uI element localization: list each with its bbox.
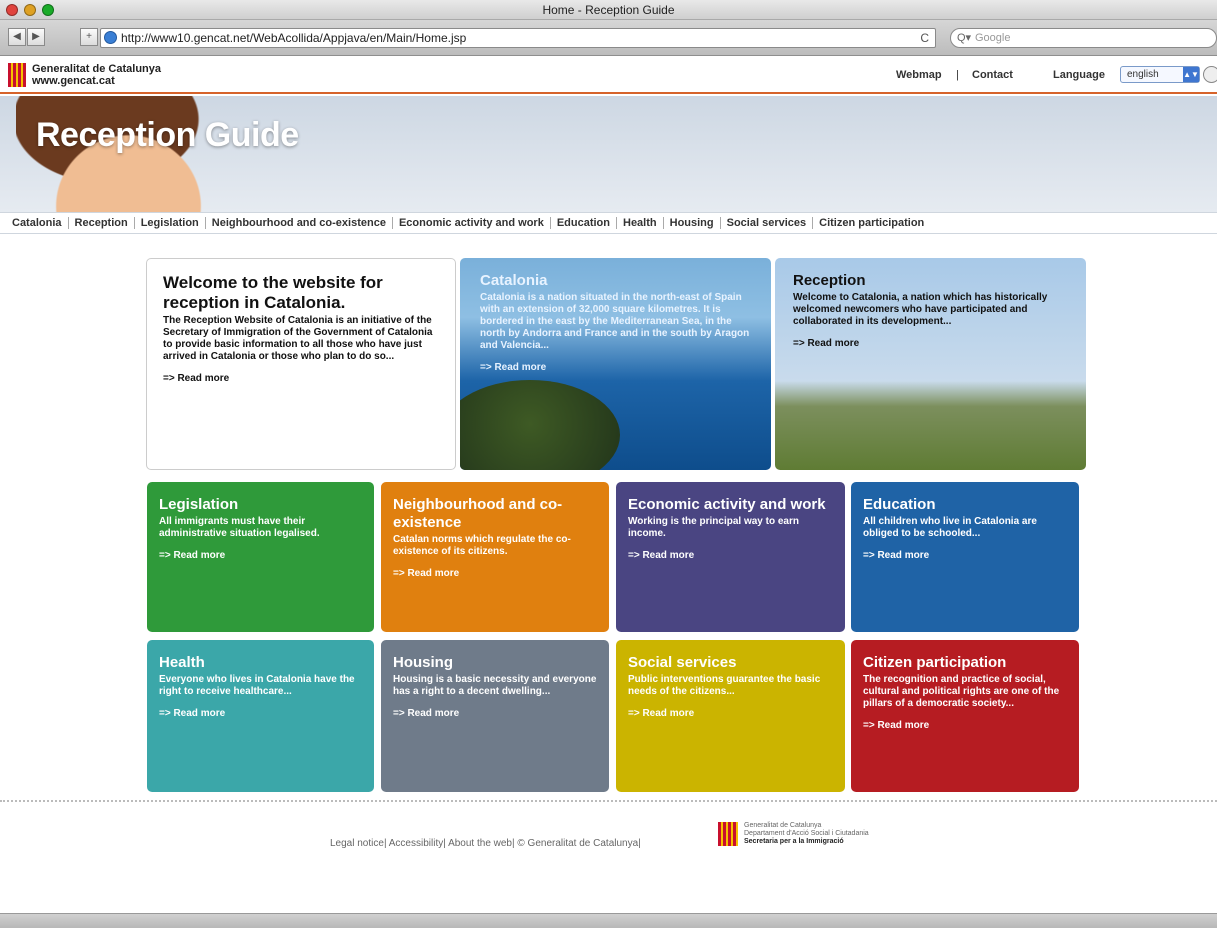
menu-item-health[interactable]: Health <box>617 217 664 229</box>
social-services-read-more-link[interactable]: => Read more <box>628 708 833 719</box>
trees-image <box>460 380 620 470</box>
legislation-read-more-link[interactable]: => Read more <box>159 550 362 561</box>
site-header: Generalitat de Catalunya www.gencat.cat … <box>0 57 1217 94</box>
language-value: english <box>1127 69 1159 80</box>
url-text: http://www10.gencat.net/WebAcollida/Appj… <box>121 31 467 45</box>
add-bookmark-button[interactable]: + <box>80 28 98 46</box>
social-services-title: Social services <box>628 654 737 671</box>
menu-item-reception[interactable]: Reception <box>68 217 135 229</box>
legislation-tile[interactable]: Legislation All immigrants must have thei… <box>147 482 374 632</box>
legislation-text: All immigrants must have their administr… <box>159 516 320 539</box>
education-read-more-link[interactable]: => Read more <box>863 550 1067 561</box>
health-title: Health <box>159 654 205 671</box>
footer-org1: Generalitat de Catalunya <box>744 822 822 829</box>
globe-icon <box>104 31 117 44</box>
housing-read-more-link[interactable]: => Read more <box>393 708 597 719</box>
address-bar[interactable]: http://www10.gencat.net/WebAcollida/Appj… <box>100 28 936 48</box>
copyright-link[interactable]: © Generalitat de Catalunya <box>517 838 638 849</box>
window-titlebar: Home - Reception Guide <box>0 0 1217 20</box>
health-read-more-link[interactable]: => Read more <box>159 708 362 719</box>
webmap-link[interactable]: Webmap <box>896 69 942 81</box>
search-placeholder: Google <box>975 32 1011 44</box>
reload-icon[interactable]: C <box>920 29 929 47</box>
citizen-participation-tile[interactable]: Citizen participation The recognition and… <box>851 640 1079 792</box>
catalonia-tile[interactable]: Catalonia Catalonia is a nation situated… <box>460 258 771 470</box>
about-web-link[interactable]: About the web <box>448 838 512 849</box>
education-tile[interactable]: Education All children who live in Catalo… <box>851 482 1079 632</box>
footer-divider <box>0 800 1217 802</box>
social-services-tile[interactable]: Social services Public interventions guar… <box>616 640 845 792</box>
reception-tile[interactable]: Reception Welcome to Catalonia, a nation… <box>775 258 1086 470</box>
social-services-text: Public interventions guarantee the basic… <box>628 674 821 697</box>
housing-title: Housing <box>393 654 453 671</box>
language-select[interactable]: english ▲▼ <box>1120 66 1200 83</box>
health-tile[interactable]: Health Everyone who lives in Catalonia ha… <box>147 640 374 792</box>
menu-item-neighbourhood-and-co-existence[interactable]: Neighbourhood and co-existence <box>205 217 393 229</box>
search-input[interactable]: Q▾ Google <box>950 28 1217 48</box>
citizen-participation-title: Citizen participation <box>863 654 1007 671</box>
banner-title: Reception Guide <box>36 116 299 154</box>
window-title: Home - Reception Guide <box>542 3 675 17</box>
health-text: Everyone who lives in Catalonia have the… <box>159 674 355 697</box>
economic-activity-and-work-tile[interactable]: Economic activity and work Working is the… <box>616 482 845 632</box>
citizen-participation-read-more-link[interactable]: => Read more <box>863 720 1067 731</box>
browser-toolbar: ◀ ▶ + http://www10.gencat.net/WebAcollid… <box>0 20 1217 56</box>
footer-links: Legal notice| Accessibility| About the w… <box>330 838 641 849</box>
language-label: Language <box>1053 69 1105 81</box>
menu-item-citizen-participation[interactable]: Citizen participation <box>813 217 930 229</box>
chevron-updown-icon: ▲▼ <box>1183 67 1199 82</box>
catalonia-text: Catalonia is a nation situated in the no… <box>480 292 750 351</box>
neighbourhood-and-co-existence-title: Neighbourhood and co-existence <box>393 496 563 531</box>
welcome-title: Welcome to the website for reception in … <box>163 273 383 312</box>
reception-title: Reception <box>793 272 866 289</box>
reception-read-more-link[interactable]: => Read more <box>793 338 1068 349</box>
status-bar <box>0 913 1217 928</box>
housing-tile[interactable]: Housing Housing is a basic necessity and … <box>381 640 609 792</box>
neighbourhood-and-co-existence-read-more-link[interactable]: => Read more <box>393 568 597 579</box>
main-menu: Catalonia Reception Legislation Neighbourho… <box>0 212 1217 234</box>
forward-button[interactable]: ▶ <box>27 28 45 46</box>
back-button[interactable]: ◀ <box>8 28 26 46</box>
welcome-read-more-link[interactable]: => Read more <box>163 373 439 384</box>
neighbourhood-and-co-existence-tile[interactable]: Neighbourhood and co-existence Catalan no… <box>381 482 609 632</box>
menu-item-legislation[interactable]: Legislation <box>134 217 206 229</box>
menu-item-education[interactable]: Education <box>550 217 617 229</box>
economic-activity-and-work-read-more-link[interactable]: => Read more <box>628 550 833 561</box>
economic-activity-and-work-text: Working is the principal way to earn inc… <box>628 516 799 539</box>
welcome-text: The Reception Website of Catalonia is an… <box>163 315 433 362</box>
language-go-button[interactable] <box>1203 66 1217 83</box>
accessibility-link[interactable]: Accessibility <box>389 838 443 849</box>
housing-text: Housing is a basic necessity and everyon… <box>393 674 597 697</box>
legislation-title: Legislation <box>159 496 239 513</box>
catalonia-read-more-link[interactable]: => Read more <box>480 362 751 373</box>
menu-item-catalonia[interactable]: Catalonia <box>6 217 69 229</box>
citizen-participation-text: The recognition and practice of social, … <box>863 674 1060 709</box>
org-name[interactable]: Generalitat de Catalunya www.gencat.cat <box>32 63 161 87</box>
nav-separator: | <box>956 69 959 81</box>
footer-org2: Departament d'Acció Social i Ciutadania <box>744 830 869 837</box>
generalitat-flag-icon <box>718 822 738 846</box>
org-site-url: www.gencat.cat <box>32 75 115 87</box>
catalonia-title: Catalonia <box>480 272 548 289</box>
menu-item-economic-activity-and-work[interactable]: Economic activity and work <box>392 217 551 229</box>
education-title: Education <box>863 496 936 513</box>
footer-org-block[interactable]: Generalitat de Catalunya Departament d'A… <box>744 822 869 846</box>
org-name-line1: Generalitat de Catalunya <box>32 63 161 75</box>
economic-activity-and-work-title: Economic activity and work <box>628 496 826 513</box>
footer-org3: Secretaria per a la Immigració <box>744 838 844 845</box>
reception-text: Welcome to Catalonia, a nation which has… <box>793 292 1048 327</box>
legal-notice-link[interactable]: Legal notice <box>330 838 384 849</box>
contact-link[interactable]: Contact <box>972 69 1013 81</box>
education-text: All children who live in Catalonia are o… <box>863 516 1037 539</box>
generalitat-flag-icon <box>8 63 26 87</box>
menu-item-social-services[interactable]: Social services <box>720 217 814 229</box>
menu-item-housing[interactable]: Housing <box>663 217 721 229</box>
neighbourhood-and-co-existence-text: Catalan norms which regulate the co-exis… <box>393 534 571 557</box>
search-icon: Q▾ <box>957 32 972 44</box>
welcome-tile: Welcome to the website for reception in … <box>146 258 456 470</box>
